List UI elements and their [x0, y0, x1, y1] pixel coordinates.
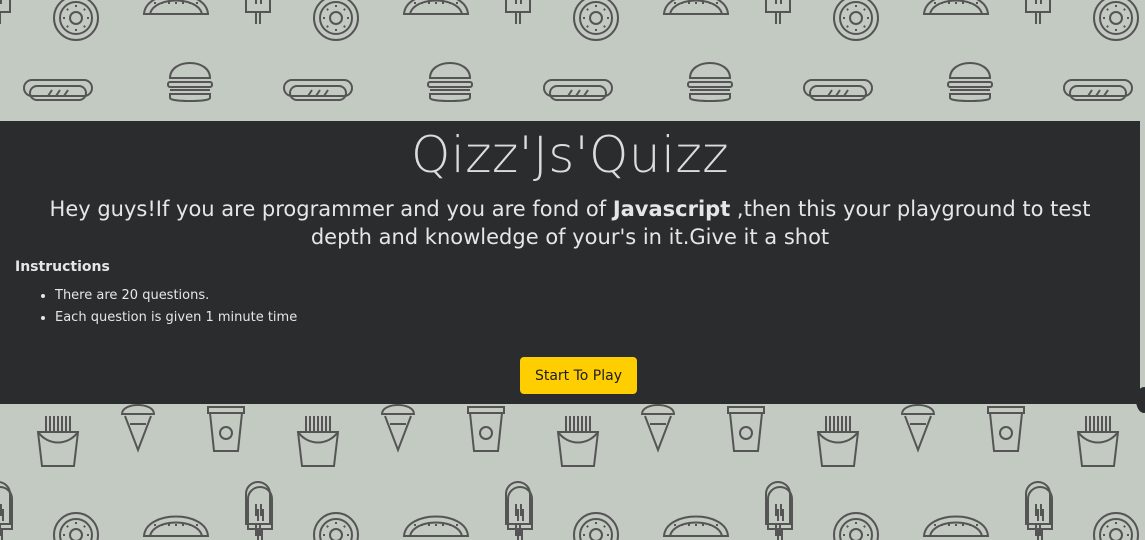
intro-panel: Qizz'Js'Quizz Hey guys!If you are progra…: [0, 121, 1145, 413]
popsicle-icon: [245, 0, 271, 24]
intro-text-part1: Hey guys!If you are programmer and you a…: [49, 197, 613, 221]
drink-cup-icon: [467, 406, 505, 452]
intro-text: Hey guys!If you are programmer and you a…: [20, 195, 1120, 251]
popsicle-icon: [505, 0, 531, 24]
popsicle-icon: [0, 0, 11, 24]
fries-icon: [816, 416, 860, 467]
hotdog-icon: [543, 79, 613, 101]
donut-icon: [833, 0, 879, 41]
burger-icon: [947, 62, 993, 102]
icecream-cone-icon: [640, 404, 676, 453]
icecream-cone-icon: [380, 404, 416, 453]
icecream-cone-icon: [900, 404, 936, 453]
donut-icon: [833, 512, 879, 540]
fries-icon: [1076, 416, 1120, 467]
intro-text-bold: Javascript: [612, 197, 731, 221]
icecream-cone-icon: [120, 404, 156, 453]
popsicle-icon: [1025, 0, 1051, 24]
donut-icon: [53, 0, 99, 41]
donut-icon: [53, 512, 99, 540]
taco-icon: [402, 0, 470, 15]
drink-cup-icon: [207, 406, 245, 452]
fries-icon: [296, 416, 340, 467]
page-title: Qizz'Js'Quizz: [411, 126, 729, 184]
donut-icon: [573, 512, 619, 540]
instructions-heading: Instructions: [15, 259, 110, 275]
donut-icon: [573, 0, 619, 41]
drink-cup-icon: [727, 406, 765, 452]
instruction-item: There are 20 questions.: [55, 285, 297, 307]
burger-icon: [687, 62, 733, 102]
burger-icon: [167, 62, 213, 102]
donut-icon: [313, 512, 359, 540]
hotdog-icon: [1063, 79, 1133, 101]
drink-cup-icon: [987, 406, 1025, 452]
fries-icon: [556, 416, 600, 467]
fries-icon: [36, 416, 80, 467]
taco-icon: [662, 0, 730, 15]
instructions-list: There are 20 questions. Each question is…: [15, 285, 297, 329]
popsicle-icon: [765, 0, 791, 24]
edge-decoration: [1136, 387, 1145, 413]
taco-icon: [402, 515, 470, 537]
taco-icon: [662, 515, 730, 537]
burger-icon: [427, 62, 473, 102]
hotdog-icon: [283, 79, 353, 101]
taco-icon: [142, 0, 210, 15]
taco-icon: [922, 0, 990, 15]
donut-icon: [1093, 512, 1139, 540]
start-to-play-button[interactable]: Start To Play: [520, 357, 637, 394]
donut-icon: [313, 0, 359, 41]
taco-icon: [922, 515, 990, 537]
instruction-item: Each question is given 1 minute time: [55, 307, 297, 329]
donut-icon: [1093, 0, 1139, 41]
hotdog-icon: [803, 79, 873, 101]
hotdog-icon: [23, 79, 93, 101]
taco-icon: [142, 515, 210, 537]
